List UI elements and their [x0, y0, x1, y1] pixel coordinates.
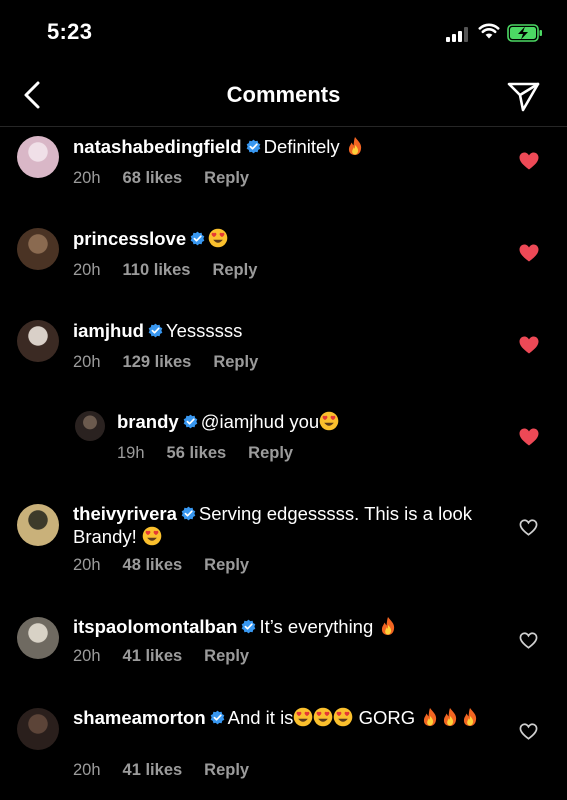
- heart-eyes-emoji-icon: [142, 526, 162, 546]
- wifi-icon: [478, 23, 500, 39]
- verified-badge-icon: [180, 506, 196, 521]
- battery-charging-icon: [507, 24, 542, 42]
- heart-filled-icon[interactable]: [518, 427, 540, 447]
- comment-body: Definitely: [263, 136, 345, 157]
- verified-badge-icon: [190, 231, 206, 246]
- reply-button[interactable]: Reply: [204, 647, 249, 665]
- heart-eyes-emoji-icon: [334, 707, 353, 727]
- fire-emoji-icon: [424, 708, 437, 726]
- username[interactable]: theivyrivera: [73, 503, 177, 524]
- avatar[interactable]: [17, 504, 59, 546]
- comment-body: Yessssss: [165, 320, 243, 341]
- heart-eyes-emoji-icon: [314, 707, 333, 727]
- paper-plane-icon[interactable]: [505, 79, 541, 113]
- username[interactable]: natashabedingfield: [73, 136, 242, 157]
- comment-text: iamjhud Yessssss: [73, 319, 493, 342]
- comment-time: 20h: [73, 761, 101, 779]
- likes-count[interactable]: 41 likes: [123, 761, 183, 779]
- fire-emoji-icon: [444, 708, 457, 726]
- likes-count[interactable]: 41 likes: [123, 647, 183, 665]
- heart-outline-icon[interactable]: [519, 519, 538, 536]
- comment-meta: 20h 110 likes Reply: [73, 261, 279, 280]
- comment-meta: 20h 48 likes Reply: [73, 556, 271, 575]
- heart-filled-icon[interactable]: [518, 335, 540, 355]
- comment-body-continued: GORG: [353, 707, 421, 728]
- status-bar: 5:23: [0, 0, 567, 66]
- verified-badge-icon: [241, 619, 257, 634]
- comment-time: 20h: [73, 261, 101, 279]
- verified-badge-icon: [182, 414, 198, 429]
- reply-button[interactable]: Reply: [204, 169, 249, 187]
- reply-button[interactable]: Reply: [204, 556, 249, 574]
- avatar[interactable]: [17, 136, 59, 178]
- heart-filled-icon[interactable]: [518, 151, 540, 171]
- comment-meta: 20h 41 likes Reply: [73, 647, 271, 666]
- status-time: 5:23: [47, 19, 93, 44]
- comment-text: theivyrivera Serving edgesssss. This is a…: [73, 502, 493, 548]
- comment-meta: 20h 129 likes Reply: [73, 353, 280, 372]
- comment-text: shameamorton And it is GORG: [73, 706, 493, 729]
- verified-badge-icon: [209, 710, 225, 725]
- comment-time: 20h: [73, 647, 101, 665]
- comment-body: It’s everything: [259, 616, 379, 637]
- heart-filled-icon[interactable]: [518, 243, 540, 263]
- reply-button[interactable]: Reply: [213, 353, 258, 371]
- avatar[interactable]: [17, 617, 59, 659]
- avatar[interactable]: [17, 708, 59, 750]
- comments-header: Comments: [0, 66, 567, 127]
- heart-outline-icon[interactable]: [519, 632, 538, 649]
- reply-button[interactable]: Reply: [248, 444, 293, 462]
- comment-body: @iamjhud you: [200, 411, 320, 432]
- username[interactable]: shameamorton: [73, 707, 206, 728]
- verified-badge-icon: [147, 323, 163, 338]
- comment-meta: 20h 41 likes Reply: [73, 761, 271, 780]
- likes-count[interactable]: 110 likes: [123, 261, 191, 279]
- username[interactable]: princesslove: [73, 228, 186, 249]
- verified-badge-icon: [245, 139, 261, 154]
- comment-time: 20h: [73, 556, 101, 574]
- comment-text: brandy @iamjhud you: [117, 410, 537, 433]
- heart-eyes-emoji-icon: [319, 411, 339, 431]
- comment-time: 19h: [117, 444, 145, 462]
- comment-meta: 20h 68 likes Reply: [73, 169, 271, 188]
- cellular-signal-icon: [446, 26, 472, 42]
- fire-emoji-icon: [348, 137, 361, 155]
- avatar[interactable]: [17, 228, 59, 270]
- likes-count[interactable]: 129 likes: [123, 353, 192, 371]
- username[interactable]: itspaolomontalban: [73, 616, 237, 637]
- comment-text: natashabedingfield Definitely: [73, 135, 493, 158]
- username[interactable]: iamjhud: [73, 320, 144, 341]
- likes-count[interactable]: 48 likes: [123, 556, 183, 574]
- reply-button[interactable]: Reply: [204, 761, 249, 779]
- reply-button[interactable]: Reply: [212, 261, 257, 279]
- fire-emoji-icon: [464, 708, 477, 726]
- comment-text: princesslove: [73, 227, 493, 250]
- avatar[interactable]: [17, 320, 59, 362]
- comment-time: 20h: [73, 353, 101, 371]
- likes-count[interactable]: 56 likes: [167, 444, 227, 462]
- comment-time: 20h: [73, 169, 101, 187]
- fire-emoji-icon: [382, 617, 395, 635]
- heart-outline-icon[interactable]: [519, 723, 538, 740]
- heart-eyes-emoji-icon: [294, 707, 313, 727]
- comment-meta: 19h 56 likes Reply: [117, 444, 315, 463]
- comment-body: And it is: [227, 707, 294, 728]
- page-title: Comments: [226, 82, 341, 107]
- comment-text: itspaolomontalban It’s everything: [73, 615, 493, 638]
- avatar[interactable]: [75, 411, 105, 441]
- heart-eyes-emoji-icon: [208, 228, 228, 248]
- likes-count[interactable]: 68 likes: [123, 169, 183, 187]
- username[interactable]: brandy: [117, 411, 179, 432]
